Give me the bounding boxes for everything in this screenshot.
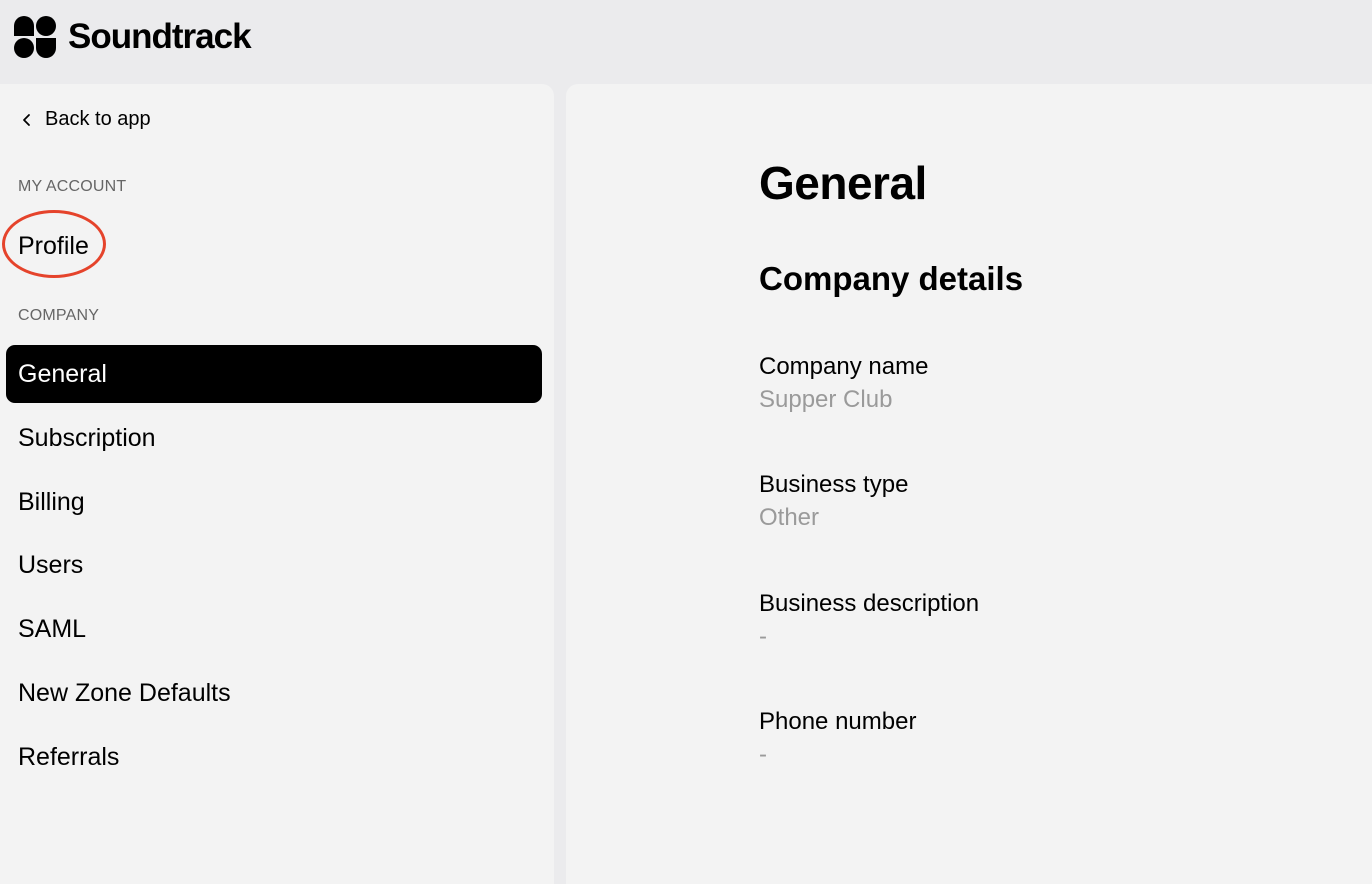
field-value: - bbox=[759, 741, 767, 768]
chevron-left-icon bbox=[23, 113, 30, 126]
soundtrack-logo[interactable]: Soundtrack bbox=[12, 14, 252, 60]
back-to-app-link[interactable]: Back to app bbox=[20, 108, 151, 131]
sidebar-item-billing[interactable]: Billing bbox=[6, 473, 542, 531]
business-type-field: Business type Other bbox=[759, 470, 908, 533]
field-value: Other bbox=[759, 504, 820, 531]
page-title: General bbox=[759, 157, 927, 209]
top-bar: Soundtrack bbox=[0, 0, 1372, 84]
field-label: Company name bbox=[759, 353, 929, 380]
business-description-field: Business description - bbox=[759, 589, 979, 652]
company-details-heading: Company details bbox=[759, 260, 1024, 297]
brand-name: Soundtrack bbox=[68, 17, 252, 56]
field-value: - bbox=[759, 623, 767, 650]
sidebar-item-saml[interactable]: SAML bbox=[6, 600, 542, 658]
sidebar-item-profile[interactable]: Profile bbox=[6, 217, 542, 275]
sidebar-item-users[interactable]: Users bbox=[6, 536, 542, 594]
sidebar-item-new-zone-defaults[interactable]: New Zone Defaults bbox=[6, 664, 542, 722]
main-content: General Company details Company name Sup… bbox=[566, 84, 1372, 884]
field-value: Supper Club bbox=[759, 386, 893, 413]
field-label: Business type bbox=[759, 471, 909, 498]
phone-number-field: Phone number - bbox=[759, 707, 916, 770]
company-name-field: Company name Supper Club bbox=[759, 352, 928, 415]
sidebar-item-general[interactable]: General bbox=[6, 345, 542, 403]
back-to-app-label: Back to app bbox=[45, 108, 151, 130]
field-label: Business description bbox=[759, 590, 980, 617]
company-heading: COMPANY bbox=[18, 307, 100, 324]
my-account-heading: MY ACCOUNT bbox=[18, 178, 127, 195]
sidebar-item-referrals[interactable]: Referrals bbox=[6, 728, 542, 786]
soundtrack-logo-icon bbox=[14, 16, 56, 58]
settings-sidebar: Back to app MY ACCOUNT Profile COMPANY G… bbox=[0, 84, 554, 884]
field-label: Phone number bbox=[759, 708, 917, 735]
sidebar-item-subscription[interactable]: Subscription bbox=[6, 409, 542, 467]
